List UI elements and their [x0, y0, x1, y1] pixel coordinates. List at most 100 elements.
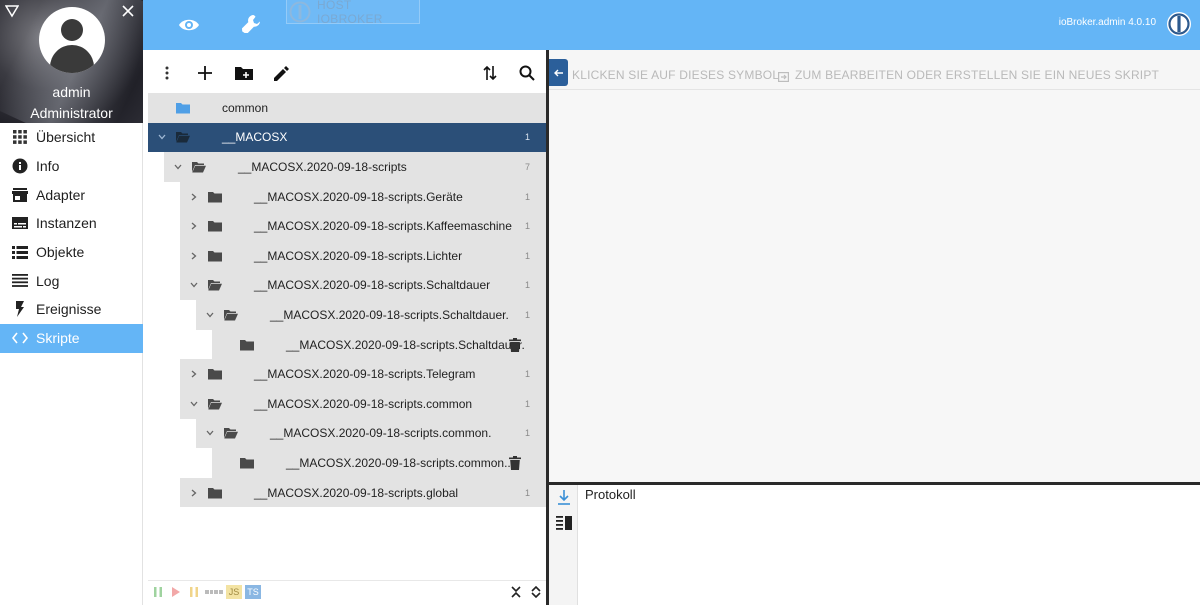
tree-row[interactable]: __MACOSX.2020-09-18-scripts.Telegram 1	[148, 359, 546, 389]
tree-row-count: 1	[524, 398, 530, 409]
chevron-down-icon[interactable]	[156, 131, 168, 143]
sidebar-item-adapter[interactable]: Adapter	[0, 180, 143, 209]
collapse-tree-button[interactable]	[549, 59, 568, 86]
chevron-down-icon[interactable]	[204, 309, 216, 321]
trash-icon[interactable]	[509, 455, 521, 470]
close-icon[interactable]	[120, 3, 136, 19]
folder-icon	[240, 339, 254, 351]
sidebar-item-label: Objekte	[36, 244, 85, 261]
sidebar-item-log[interactable]: Log	[0, 266, 143, 295]
sidebar-item-label: Übersicht	[36, 129, 96, 146]
sidebar-item-label: Adapter	[36, 186, 86, 203]
ts-filter-button[interactable]: TS	[245, 585, 261, 599]
tree-row-label: __MACOSX.2020-09-18-scripts.Geräte	[254, 189, 463, 204]
tree-row-count: 1	[524, 191, 530, 202]
tree-row-label: __MACOSX.2020-09-18-scripts.Lichter	[254, 248, 463, 263]
log-panel: Protokoll	[549, 482, 1200, 605]
sidebar-item-label: Instanzen	[36, 215, 97, 232]
wrap-text-icon[interactable]	[556, 516, 572, 530]
sidebar-item-skripte[interactable]: Skripte	[0, 323, 143, 353]
sort-button[interactable]	[479, 62, 501, 84]
tree-row-count: 1	[524, 487, 530, 498]
script-tree-list: common __MACOSX 1 __MACOSX.2020-09-18-scrip…	[148, 93, 546, 508]
sidebar-item-ereignisse[interactable]: Ereignisse	[0, 295, 143, 324]
tree-row[interactable]: __MACOSX.2020-09-18-scripts.Schaltdauer.…	[148, 300, 546, 330]
tree-row[interactable]: __MACOSX.2020-09-18-scripts.common..	[148, 448, 546, 478]
user-name: admin	[52, 84, 91, 100]
tree-row-count: 1	[524, 280, 530, 291]
top-bar: HOST IOBROKER ioBroker.admin 4.0.10	[143, 0, 1200, 50]
sidebar-item-instanzen[interactable]: Instanzen	[0, 209, 143, 238]
tree-row[interactable]: __MACOSX.2020-09-18-scripts.Schaltdauer.	[148, 329, 546, 360]
chevron-down-icon[interactable]	[172, 161, 184, 173]
chevron-down-icon[interactable]	[188, 279, 200, 291]
sidebar: admin Administrator Übersicht Info Adapt…	[0, 0, 143, 605]
sidebar-item-uebersicht[interactable]: Übersicht	[0, 123, 143, 152]
sidebar-item-label: Info	[36, 158, 60, 175]
play-icon[interactable]	[171, 585, 181, 599]
more-vert-icon[interactable]	[156, 62, 178, 84]
tree-row[interactable]: __MACOSX.2020-09-18-scripts.Kaffeemaschi…	[148, 211, 546, 241]
user-role: Administrator	[30, 105, 113, 121]
tree-row-label: __MACOSX.2020-09-18-scripts.common..	[286, 455, 511, 470]
expand-all-icon[interactable]	[530, 585, 542, 599]
tree-row[interactable]: __MACOSX.2020-09-18-scripts 7	[148, 152, 546, 182]
chevron-right-icon[interactable]	[188, 191, 200, 203]
download-icon[interactable]	[557, 489, 571, 505]
js-filter-button[interactable]: JS	[226, 585, 242, 599]
tree-row-label: __MACOSX.2020-09-18-scripts.Kaffeemaschi…	[254, 219, 512, 234]
pause-icon[interactable]	[153, 585, 163, 599]
collapse-all-icon[interactable]	[510, 585, 522, 599]
tree-row[interactable]: __MACOSX 1	[148, 122, 546, 153]
user-profile-header: admin Administrator	[0, 0, 143, 123]
editor-hint-text: KLICKEN SIE AUF DIESES SYMBOL	[572, 68, 780, 82]
pause-yellow-icon[interactable]	[189, 585, 199, 599]
tree-row-label: __MACOSX.2020-09-18-scripts.Schaltdauer.	[286, 337, 525, 352]
edit-button[interactable]	[271, 62, 293, 84]
folder-icon	[208, 250, 222, 262]
add-folder-button[interactable]	[233, 62, 255, 84]
tree-footer: JS TS	[148, 580, 546, 602]
folder-icon	[208, 368, 222, 380]
script-editor-area: KLICKEN SIE AUF DIESES SYMBOL ZUM BEARBE…	[549, 50, 1200, 482]
tree-row-count: 1	[524, 132, 530, 143]
menu-toggle-icon[interactable]	[4, 4, 20, 18]
store-icon	[12, 187, 28, 203]
lightning-icon	[12, 301, 28, 318]
host-selector[interactable]: HOST IOBROKER	[286, 0, 420, 26]
wrench-icon[interactable]	[239, 12, 263, 36]
chevron-right-icon[interactable]	[188, 487, 200, 499]
folder-open-icon	[208, 279, 222, 291]
host-label: HOST IOBROKER	[317, 0, 383, 26]
folder-open-icon	[224, 427, 238, 439]
sidebar-item-objekte[interactable]: Objekte	[0, 238, 143, 267]
folder-icon	[208, 191, 222, 203]
chevron-right-icon[interactable]	[188, 368, 200, 380]
tree-toolbar	[148, 50, 546, 93]
avatar	[39, 7, 105, 73]
sidebar-item-info[interactable]: Info	[0, 152, 143, 181]
tree-row[interactable]: __MACOSX.2020-09-18-scripts.Schaltdauer 1	[148, 270, 546, 301]
add-script-button[interactable]	[194, 62, 216, 84]
chevron-right-icon[interactable]	[188, 250, 200, 262]
eye-icon[interactable]	[177, 13, 201, 37]
tree-row[interactable]: __MACOSX.2020-09-18-scripts.Lichter 1	[148, 240, 546, 271]
chevron-right-icon[interactable]	[188, 220, 200, 232]
edit-hint-icon	[778, 69, 790, 83]
code-icon	[12, 330, 28, 346]
search-icon[interactable]	[516, 62, 538, 84]
blockly-icon[interactable]	[205, 585, 223, 599]
version-label: ioBroker.admin 4.0.10	[1058, 17, 1156, 28]
tree-row[interactable]: __MACOSX.2020-09-18-scripts.global 1	[148, 477, 546, 508]
tree-row[interactable]: common	[148, 93, 546, 123]
tree-row-count: 7	[524, 161, 530, 172]
tree-row[interactable]: __MACOSX.2020-09-18-scripts.Geräte 1	[148, 181, 546, 212]
tree-row-count: 1	[524, 309, 530, 320]
tree-row[interactable]: __MACOSX.2020-09-18-scripts.common 1	[148, 388, 546, 419]
tree-row-count: 1	[524, 221, 530, 232]
folder-open-icon	[208, 398, 222, 410]
chevron-down-icon[interactable]	[188, 398, 200, 410]
trash-icon[interactable]	[509, 337, 521, 352]
chevron-down-icon[interactable]	[204, 427, 216, 439]
tree-row[interactable]: __MACOSX.2020-09-18-scripts.common. 1	[148, 418, 546, 449]
